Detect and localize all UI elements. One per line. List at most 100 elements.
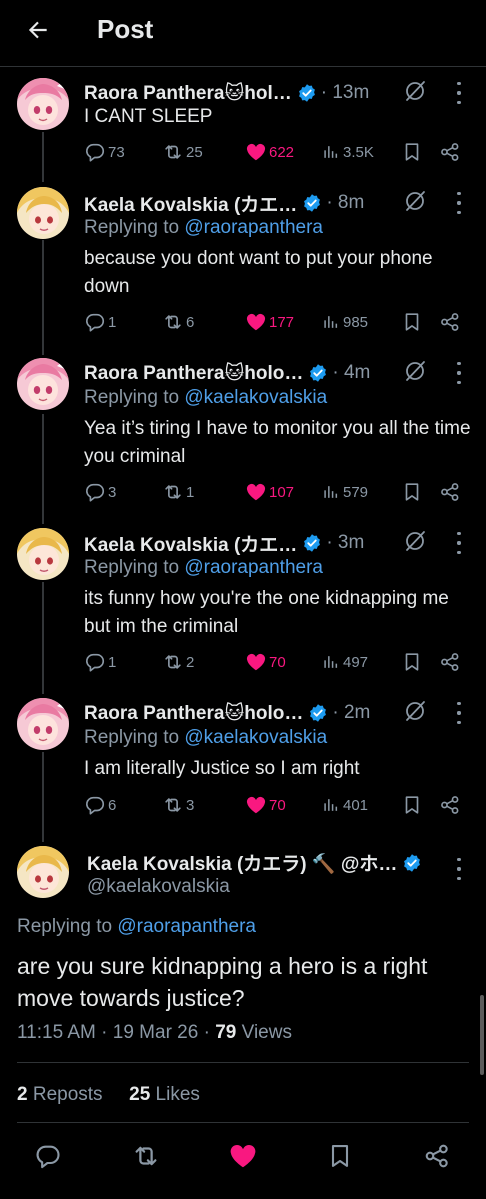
share-button[interactable] (439, 140, 461, 164)
like-button[interactable]: 177 (245, 310, 294, 334)
like-button[interactable]: 70 (245, 650, 286, 674)
mention-link[interactable]: @raorapanthera (184, 557, 323, 578)
main-author-row: Kaela Kovalskia (カエラ) 🔨 @ホ… (87, 849, 422, 876)
view-count: 497 (343, 653, 369, 671)
repost-icon (162, 141, 184, 163)
replying-to: Replying to @raorapanthera (84, 217, 323, 239)
more-vertical-icon[interactable] (452, 362, 466, 384)
repost-button[interactable] (129, 1139, 163, 1173)
grok-icon[interactable] (403, 359, 427, 388)
views-icon (321, 652, 341, 672)
repost-icon (162, 794, 184, 816)
bookmark-button[interactable] (401, 650, 423, 674)
thread-tweet[interactable]: Kaela Kovalskia (カエ… · 8m Replying to @r… (0, 182, 486, 342)
avatar[interactable] (17, 698, 69, 750)
thread-tweet[interactable]: Raora Panthera🐱holo… · 4m Replying to @k… (0, 352, 486, 512)
page-title: Post (97, 14, 154, 44)
reply-button[interactable]: 73 (84, 140, 125, 164)
repost-button[interactable]: 6 (162, 310, 194, 334)
bookmark-icon (401, 651, 423, 673)
author-name[interactable]: Raora Panthera🐱holo… (84, 362, 303, 385)
reply-button[interactable] (31, 1139, 65, 1173)
like-count: 70 (269, 653, 286, 671)
reply-icon (84, 311, 106, 333)
mention-link[interactable]: @raorapanthera (117, 916, 256, 937)
more-vertical-icon[interactable] (452, 532, 466, 554)
share-button[interactable] (439, 480, 461, 504)
verified-badge-icon (308, 703, 328, 723)
replying-to-label: Replying to (84, 557, 180, 578)
reply-icon (34, 1142, 62, 1170)
grok-icon[interactable] (403, 189, 427, 218)
views-button[interactable]: 3.5K (321, 140, 374, 164)
author-name[interactable]: Kaela Kovalskia (カエ… (84, 190, 297, 217)
views-button[interactable]: 401 (321, 793, 368, 817)
author-name[interactable]: Raora Panthera🐱holo… (84, 702, 303, 725)
reposts-count: 2 (17, 1084, 28, 1105)
avatar[interactable] (17, 846, 69, 898)
reposts-label: Reposts (32, 1084, 103, 1105)
tweet-date: 19 Mar 26 (112, 1022, 199, 1043)
thread-tweet[interactable]: Kaela Kovalskia (カエ… · 3m Replying to @r… (0, 522, 486, 682)
share-button[interactable] (439, 310, 461, 334)
more-vertical-icon[interactable] (452, 702, 466, 724)
author-handle[interactable]: @kaelakovalskia (87, 876, 230, 898)
like-button[interactable]: 622 (245, 140, 294, 164)
like-button[interactable] (226, 1139, 260, 1173)
scrollbar[interactable] (480, 995, 484, 1075)
replying-to-label: Replying to (84, 387, 180, 408)
top-bar: Post (0, 0, 486, 60)
heart-icon (245, 794, 267, 816)
share-button[interactable] (439, 793, 461, 817)
tweet-actions: 6 3 70 401 (84, 793, 474, 817)
author-name[interactable]: Kaela Kovalskia (カエ… (84, 530, 297, 557)
more-vertical-icon[interactable] (452, 192, 466, 214)
reply-button[interactable]: 1 (84, 310, 116, 334)
repost-button[interactable]: 3 (162, 793, 194, 817)
share-button[interactable] (439, 650, 461, 674)
thread-tweet[interactable]: Raora Panthera🐱holo… · 2m Replying to @k… (0, 692, 486, 827)
tweet-time: · 3m (326, 532, 365, 553)
avatar[interactable] (17, 528, 69, 580)
repost-button[interactable]: 2 (162, 650, 194, 674)
more-vertical-icon[interactable] (452, 82, 466, 104)
likes-stat[interactable]: 25 Likes (129, 1084, 200, 1105)
reply-button[interactable]: 6 (84, 793, 116, 817)
mention-link[interactable]: @raorapanthera (184, 217, 323, 238)
reposts-stat[interactable]: 2 Reposts (17, 1084, 103, 1105)
repost-count: 25 (186, 143, 203, 161)
avatar[interactable] (17, 78, 69, 130)
like-button[interactable]: 107 (245, 480, 294, 504)
bookmark-button[interactable] (401, 140, 423, 164)
repost-icon (162, 311, 184, 333)
repost-count: 3 (186, 796, 195, 814)
bookmark-button[interactable] (401, 310, 423, 334)
views-button[interactable]: 497 (321, 650, 368, 674)
tweet-time: 11:15 AM (17, 1022, 96, 1043)
repost-button[interactable]: 25 (162, 140, 203, 164)
views-button[interactable]: 985 (321, 310, 368, 334)
more-vertical-icon[interactable] (452, 858, 466, 880)
thread-tweet[interactable]: Raora Panthera🐱hol… · 13m I CANT SLEEP 7… (0, 72, 486, 172)
avatar[interactable] (17, 358, 69, 410)
grok-icon[interactable] (403, 699, 427, 728)
author-name[interactable]: Kaela Kovalskia (カエラ) 🔨 @ホ… (87, 849, 397, 876)
heart-icon (245, 311, 267, 333)
bookmark-button[interactable] (323, 1139, 357, 1173)
author-name[interactable]: Raora Panthera🐱hol… (84, 82, 292, 105)
header-divider (0, 66, 486, 67)
bookmark-button[interactable] (401, 793, 423, 817)
views-button[interactable]: 579 (321, 480, 368, 504)
like-button[interactable]: 70 (245, 793, 286, 817)
repost-button[interactable]: 1 (162, 480, 194, 504)
share-button[interactable] (420, 1139, 454, 1173)
back-button[interactable] (22, 14, 54, 46)
bookmark-button[interactable] (401, 480, 423, 504)
avatar[interactable] (17, 187, 69, 239)
reply-button[interactable]: 1 (84, 650, 116, 674)
reply-button[interactable]: 3 (84, 480, 116, 504)
tweet-time: · 13m (320, 82, 370, 103)
mention-link[interactable]: @kaelakovalskia (184, 387, 327, 408)
mention-link[interactable]: @kaelakovalskia (184, 727, 327, 748)
grok-icon[interactable] (403, 529, 427, 558)
